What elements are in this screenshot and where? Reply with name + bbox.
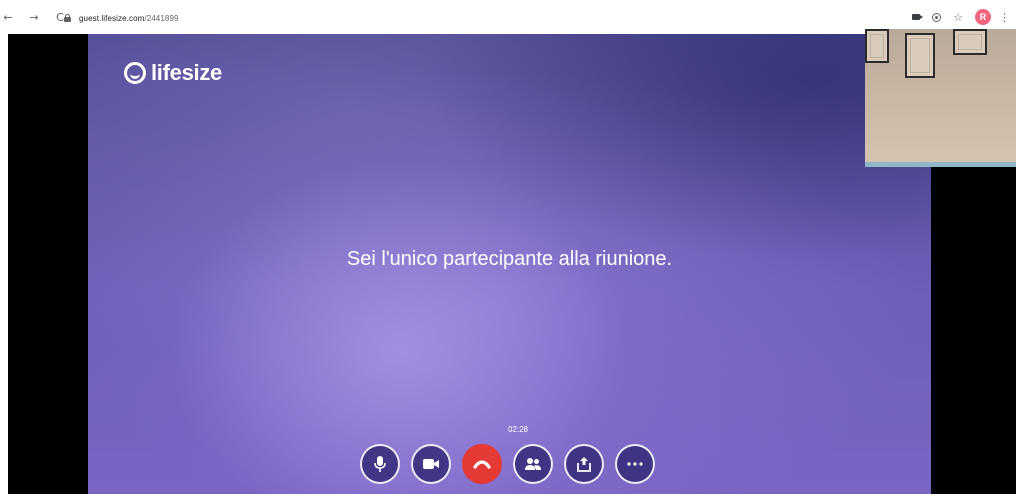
- mic-icon: [374, 456, 386, 472]
- phone-hangup-icon: [473, 460, 491, 469]
- profile-avatar[interactable]: R: [975, 9, 991, 25]
- microphone-button[interactable]: [360, 444, 400, 484]
- back-arrow-icon[interactable]: ←: [0, 11, 16, 24]
- video-camera-icon: [423, 459, 439, 469]
- extension-icon[interactable]: [932, 12, 942, 22]
- meeting-stage: lifesize Sei l'unico partecipante alla r…: [88, 34, 931, 494]
- call-controls: [360, 444, 655, 484]
- url-text[interactable]: guest.lifesize.com/2441899: [79, 14, 179, 23]
- self-view-bottom-strip: [865, 162, 1016, 167]
- lifesize-logo-icon: [124, 62, 146, 84]
- people-icon: [525, 458, 541, 470]
- bookmark-star-icon[interactable]: ☆: [953, 11, 963, 24]
- url-host: guest.lifesize.com: [79, 13, 145, 23]
- meeting-status-message: Sei l'unico partecipante alla riunione.: [346, 248, 673, 270]
- browser-toolbar: ← → C guest.lifesize.com/2441899 ☆ R ⋮: [0, 0, 1016, 34]
- self-view-video[interactable]: [865, 29, 1016, 167]
- more-dots-icon: [627, 462, 643, 466]
- call-timer: 02:28: [507, 425, 529, 434]
- url-path: /2441899: [144, 13, 179, 23]
- share-button[interactable]: [564, 444, 604, 484]
- hang-up-button[interactable]: [462, 444, 502, 484]
- lifesize-logo: lifesize: [124, 60, 222, 86]
- browser-menu-icon[interactable]: ⋮: [999, 11, 1010, 24]
- share-screen-icon: [577, 457, 591, 472]
- logo-text: lifesize: [151, 60, 222, 85]
- camera-button[interactable]: [411, 444, 451, 484]
- address-bar[interactable]: guest.lifesize.com/2441899: [64, 11, 179, 25]
- forward-arrow-icon[interactable]: →: [26, 11, 42, 24]
- lock-icon: [64, 14, 71, 22]
- wall-frame-image: [905, 33, 935, 78]
- participants-button[interactable]: [513, 444, 553, 484]
- more-options-button[interactable]: [615, 444, 655, 484]
- wall-frame-image: [865, 29, 889, 63]
- camera-indicator-icon[interactable]: [912, 14, 924, 20]
- wall-frame-image: [953, 29, 987, 55]
